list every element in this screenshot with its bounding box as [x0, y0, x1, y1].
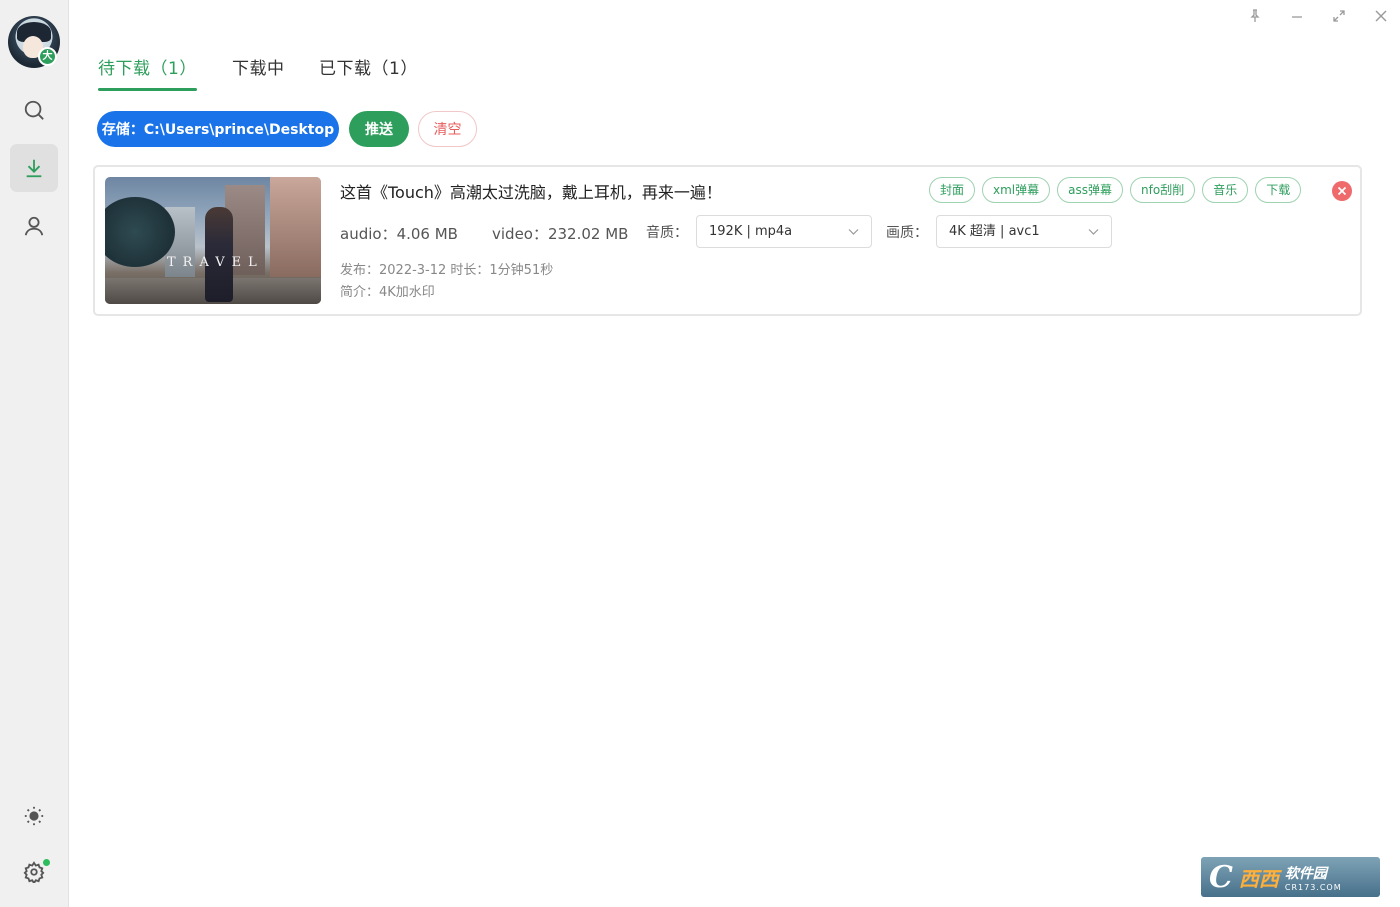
theme-toggle-button[interactable]	[10, 792, 58, 840]
chevron-down-icon	[1088, 229, 1099, 235]
restore-icon	[1333, 10, 1345, 22]
tag-nfo-scrape[interactable]: nfo刮削	[1130, 177, 1196, 203]
watermark-brand: 西西	[1238, 866, 1279, 891]
sidebar-item-search[interactable]	[10, 86, 58, 134]
watermark-logo: C	[1209, 859, 1233, 895]
close-button[interactable]	[1371, 6, 1391, 26]
audio-size: audio：4.06 MB	[340, 225, 458, 243]
video-thumbnail[interactable]: TRAVEL	[105, 177, 321, 304]
push-button[interactable]: 推送	[349, 111, 409, 147]
chevron-down-icon	[848, 229, 859, 235]
watermark-domain: CR173.COM	[1284, 882, 1342, 892]
clear-button[interactable]: 清空	[418, 111, 477, 147]
sun-icon	[24, 806, 44, 826]
pin-icon	[1250, 9, 1260, 22]
watermark-name: 软件园	[1284, 865, 1327, 882]
tag-download[interactable]: 下载	[1255, 177, 1302, 203]
minimize-icon	[1292, 16, 1302, 18]
thumbnail-caption: TRAVEL	[167, 255, 264, 270]
video-quality-select[interactable]: 4K 超清 | avc1	[936, 215, 1112, 248]
audio-quality-value: 192K | mp4a	[709, 224, 793, 239]
avatar-badge: 大	[38, 47, 57, 66]
close-icon	[1375, 10, 1387, 22]
tag-music[interactable]: 音乐	[1202, 177, 1249, 203]
sidebar-item-user[interactable]	[10, 202, 58, 250]
sidebar: 大	[0, 0, 69, 907]
audio-quality-select[interactable]: 192K | mp4a	[696, 215, 872, 248]
video-quality-label: 画质：	[886, 225, 928, 241]
restore-button[interactable]	[1329, 6, 1349, 26]
video-quality-value: 4K 超清 | avc1	[949, 224, 1040, 239]
gear-icon	[23, 861, 45, 883]
search-icon	[24, 100, 44, 120]
download-item-card: TRAVEL 这首《Touch》高潮太过洗脑，戴上耳机，再来一遍！ 封面 xml…	[93, 165, 1362, 316]
video-size: video：232.02 MB	[492, 225, 629, 243]
watermark-text: 软件园 CR173.COM	[1285, 863, 1342, 892]
video-intro: 简介：4K加水印	[340, 285, 435, 300]
settings-button[interactable]	[10, 848, 58, 896]
audio-quality-label: 音质：	[646, 225, 688, 241]
publish-info: 发布：2022-3-12 时长：1分钟51秒	[340, 263, 554, 278]
download-icon	[26, 159, 42, 178]
tab-active-indicator	[98, 88, 197, 91]
tag-ass-danmaku[interactable]: ass弹幕	[1057, 177, 1124, 203]
option-tags: 封面 xml弹幕 ass弹幕 nfo刮削 音乐 下载	[929, 177, 1302, 203]
minimize-button[interactable]	[1287, 6, 1307, 26]
storage-path-button[interactable]: 存储：C:\Users\prince\Desktop	[97, 111, 339, 147]
pin-button[interactable]	[1245, 6, 1265, 26]
video-title: 这首《Touch》高潮太过洗脑，戴上耳机，再来一遍！	[340, 183, 722, 202]
site-watermark: C 西西 软件园 CR173.COM	[1201, 857, 1380, 897]
tab-downloaded[interactable]: 已下载（1）	[319, 57, 418, 81]
remove-item-button[interactable]	[1332, 181, 1352, 201]
sidebar-item-download[interactable]	[10, 144, 58, 192]
thumbnail-building	[270, 177, 321, 277]
user-icon	[24, 216, 44, 236]
tab-pending[interactable]: 待下载（1）	[98, 57, 197, 81]
tag-cover[interactable]: 封面	[929, 177, 976, 203]
settings-notification-dot	[43, 859, 50, 866]
tab-downloading[interactable]: 下载中	[232, 57, 285, 81]
tag-xml-danmaku[interactable]: xml弹幕	[982, 177, 1051, 203]
close-icon	[1337, 186, 1347, 196]
